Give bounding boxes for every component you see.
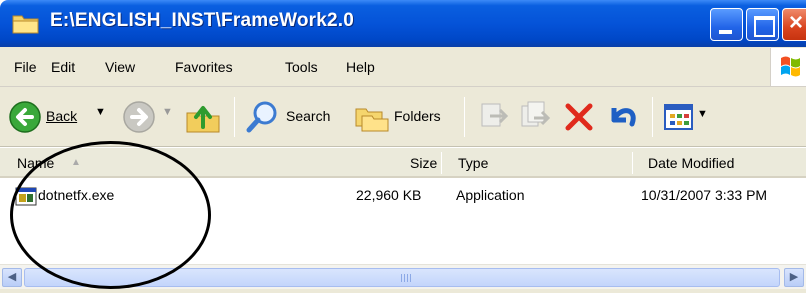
chevron-down-icon[interactable]: ▼ xyxy=(95,106,106,118)
views-icon[interactable] xyxy=(664,103,694,131)
window-bottom-border xyxy=(0,289,806,293)
minimize-button[interactable] xyxy=(710,8,743,41)
copy-to-icon[interactable] xyxy=(518,98,554,134)
chevron-down-icon[interactable]: ▼ xyxy=(697,108,708,120)
column-type-header[interactable]: Type xyxy=(458,155,488,171)
move-to-icon[interactable] xyxy=(476,98,512,134)
back-button[interactable]: Back xyxy=(46,108,77,124)
file-date: 10/31/2007 3:33 PM xyxy=(641,187,768,203)
undo-icon[interactable] xyxy=(604,100,640,134)
menu-view[interactable]: View xyxy=(105,59,135,75)
chevron-down-icon[interactable]: ▼ xyxy=(162,106,173,118)
scroll-left-button[interactable]: ◀ xyxy=(2,268,22,287)
column-size-header[interactable]: Size xyxy=(410,155,437,171)
search-icon[interactable] xyxy=(245,99,281,135)
title-bar[interactable]: E:\ENGLISH_INST\FrameWork2.0 × xyxy=(0,0,806,47)
menu-edit[interactable]: Edit xyxy=(51,59,75,75)
delete-icon[interactable] xyxy=(562,100,596,134)
explorer-window: E:\ENGLISH_INST\FrameWork2.0 × File Edit… xyxy=(0,0,806,293)
scroll-right-button[interactable]: ▶ xyxy=(784,268,804,287)
window-title: E:\ENGLISH_INST\FrameWork2.0 xyxy=(50,10,355,31)
close-button[interactable]: × xyxy=(782,8,806,41)
annotation-circle xyxy=(10,141,211,289)
menu-bar: File Edit View Favorites Tools Help xyxy=(0,47,806,87)
file-size: 22,960 KB xyxy=(356,187,422,203)
menu-tools[interactable]: Tools xyxy=(285,59,318,75)
grip-icon xyxy=(401,274,411,282)
up-folder-icon[interactable] xyxy=(183,97,223,137)
folders-button[interactable]: Folders xyxy=(394,108,441,124)
windows-logo-icon xyxy=(770,48,806,86)
close-icon: × xyxy=(789,9,804,36)
maximize-button[interactable] xyxy=(746,8,779,41)
toolbar: Back ▼ ▼ Search Folders ▼ xyxy=(0,87,806,147)
menu-favorites[interactable]: Favorites xyxy=(175,59,233,75)
folders-icon[interactable] xyxy=(352,97,390,135)
column-date-header[interactable]: Date Modified xyxy=(648,155,734,171)
file-type: Application xyxy=(456,187,525,203)
forward-arrow-icon[interactable] xyxy=(122,100,156,134)
folder-icon xyxy=(12,15,39,34)
back-arrow-icon[interactable] xyxy=(8,100,42,134)
menu-help[interactable]: Help xyxy=(346,59,375,75)
menu-file[interactable]: File xyxy=(14,59,37,75)
search-button[interactable]: Search xyxy=(286,108,330,124)
